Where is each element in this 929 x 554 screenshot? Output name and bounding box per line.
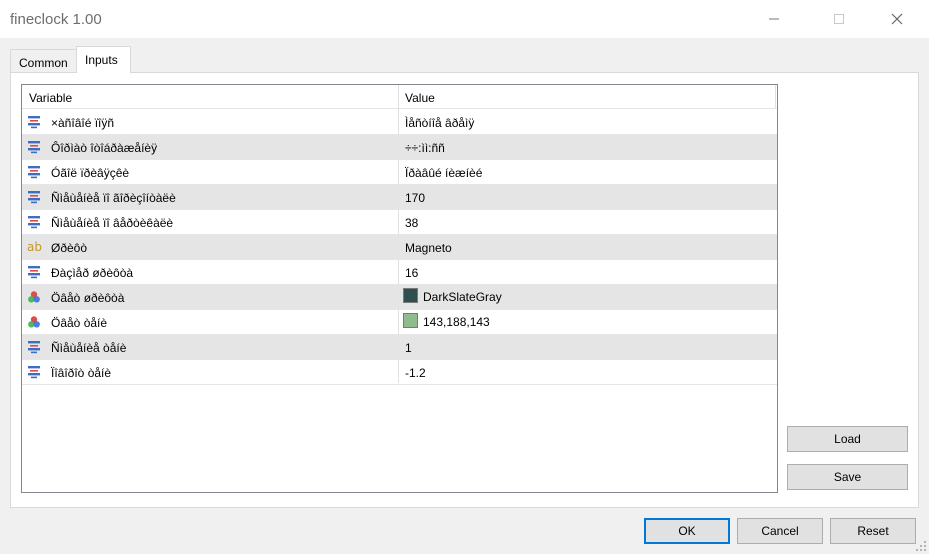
value-text: 170: [405, 191, 426, 205]
variable-name: Öâåò øðèôòà: [51, 291, 125, 305]
variable-value[interactable]: ÷÷:ìì:ññ: [405, 141, 445, 155]
color-swatch[interactable]: [403, 288, 418, 303]
numeric-icon: [28, 191, 40, 204]
table-row[interactable]: Óãîë ïðèâÿçêè Ïðàâûé íèæíèé: [22, 160, 777, 185]
title-bar: fineclock 1.00: [0, 0, 929, 38]
table-row[interactable]: Ôîðìàò îòîáðàæåíèÿ ÷÷:ìì:ññ: [22, 135, 777, 160]
variable-name: Ðàçìåð øðèôòà: [51, 266, 134, 280]
maximize-button[interactable]: [816, 0, 862, 38]
save-button[interactable]: Save: [787, 464, 908, 490]
variable-name: Ñìåùåíèå òåíè: [51, 341, 127, 355]
variable-value[interactable]: DarkSlateGray: [403, 288, 502, 304]
variable-name: Ôîðìàò îòîáðàæåíèÿ: [51, 141, 158, 155]
value-text: -1.2: [405, 366, 426, 380]
minimize-icon: [769, 18, 779, 20]
variable-value[interactable]: 16: [405, 266, 418, 280]
cancel-button[interactable]: Cancel: [737, 518, 823, 544]
ok-button[interactable]: OK: [644, 518, 730, 544]
text-ab-icon: ab: [27, 240, 42, 254]
table-row[interactable]: Ñìåùåíèå ïî âåðòèêàëè 38: [22, 210, 777, 235]
variable-name: Ïîâîðîò òåíè: [51, 366, 112, 380]
variable-name: Øðèôò: [51, 241, 88, 255]
inputs-grid: Variable Value ×àñîâîé ïîÿñ Ìåñòíîå âðåìÿ…: [21, 84, 778, 493]
numeric-icon: [28, 141, 40, 154]
tab-common[interactable]: Common: [10, 49, 77, 72]
table-row[interactable]: Ïîâîðîò òåíè -1.2: [22, 360, 777, 385]
variable-value[interactable]: Magneto: [405, 241, 452, 255]
header-divider: [775, 85, 776, 109]
table-row[interactable]: Ðàçìåð øðèôòà 16: [22, 260, 777, 285]
variable-name: Ñìåùåíèå ïî âåðòèêàëè: [51, 216, 174, 230]
variable-name: Ñìåùåíèå ïî ãîðèçîíòàëè: [51, 191, 176, 205]
load-button[interactable]: Load: [787, 426, 908, 452]
table-row[interactable]: Öâåò òåíè 143,188,143: [22, 310, 777, 335]
variable-value[interactable]: Ïðàâûé íèæíèé: [405, 166, 482, 180]
header-variable[interactable]: Variable: [29, 91, 72, 105]
variable-value[interactable]: Ìåñòíîå âðåìÿ: [405, 116, 474, 130]
close-icon: [891, 13, 903, 25]
value-text: 143,188,143: [423, 314, 490, 329]
maximize-icon: [834, 14, 844, 24]
variable-name: ×àñîâîé ïîÿñ: [51, 116, 115, 130]
reset-button[interactable]: Reset: [830, 518, 916, 544]
color-palette-icon: [28, 316, 40, 328]
value-text: Ïðàâûé íèæíèé: [405, 166, 483, 180]
variable-value[interactable]: 170: [405, 191, 425, 205]
header-value[interactable]: Value: [405, 91, 435, 105]
variable-name: Óãîë ïðèâÿçêè: [51, 166, 130, 180]
value-text: 1: [405, 341, 412, 355]
variable-value[interactable]: -1.2: [405, 366, 426, 380]
tab-inputs[interactable]: Inputs: [76, 46, 131, 73]
value-text: 16: [405, 266, 419, 280]
grid-header: Variable Value: [22, 85, 777, 109]
value-text: 38: [405, 216, 419, 230]
variable-value[interactable]: 143,188,143: [403, 313, 490, 329]
minimize-button[interactable]: [751, 0, 797, 38]
table-row[interactable]: ab Øðèôò Magneto: [22, 235, 777, 260]
table-row[interactable]: Ñìåùåíèå òåíè 1: [22, 335, 777, 360]
numeric-icon: [28, 366, 40, 379]
table-row[interactable]: Ñìåùåíèå ïî ãîðèçîíòàëè 170: [22, 185, 777, 210]
table-row[interactable]: Öâåò øðèôòà DarkSlateGray: [22, 285, 777, 310]
variable-name: Öâåò òåíè: [51, 316, 108, 330]
numeric-icon: [28, 166, 40, 179]
numeric-icon: [28, 266, 40, 279]
numeric-icon: [28, 341, 40, 354]
table-row[interactable]: ×àñîâîé ïîÿñ Ìåñòíîå âðåìÿ: [22, 110, 777, 135]
value-text: DarkSlateGray: [423, 289, 502, 304]
window-title: fineclock 1.00: [10, 11, 102, 28]
variable-value[interactable]: 38: [405, 216, 418, 230]
color-palette-icon: [28, 291, 40, 303]
value-text: Ìåñòíîå âðåìÿ: [405, 116, 475, 130]
color-swatch[interactable]: [403, 313, 418, 328]
numeric-icon: [28, 216, 40, 229]
variable-value[interactable]: 1: [405, 341, 412, 355]
close-button[interactable]: [874, 0, 920, 38]
value-text: Magneto: [405, 241, 452, 255]
resize-grip-icon[interactable]: [915, 540, 927, 552]
numeric-icon: [28, 116, 40, 129]
value-text: ÷÷:ìì:ññ: [405, 141, 445, 155]
